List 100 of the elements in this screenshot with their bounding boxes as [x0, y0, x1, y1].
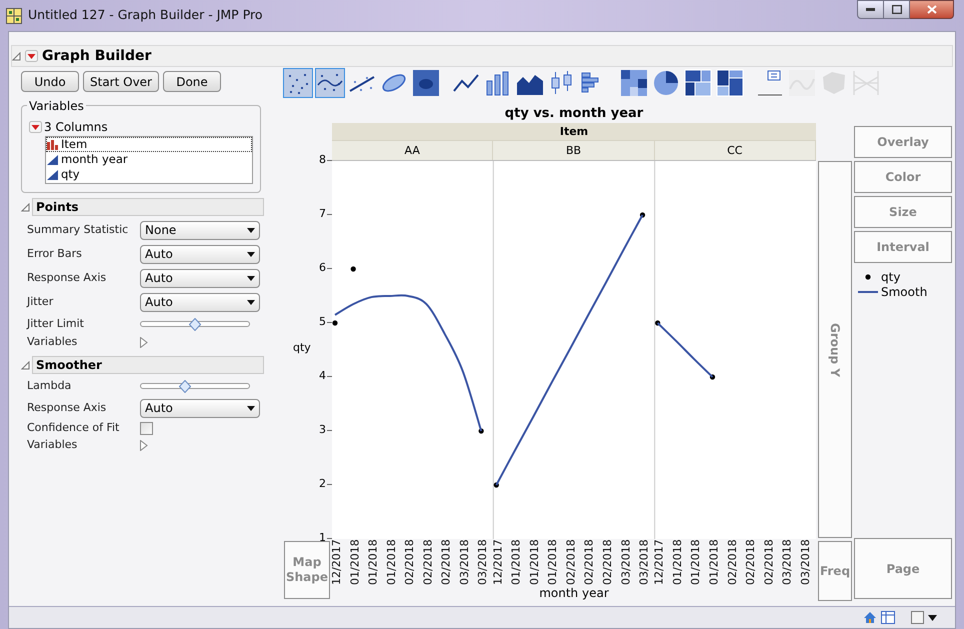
- axis-label: 01/2018: [689, 539, 702, 585]
- chart-title: qty vs. month year: [504, 105, 644, 123]
- option-label: Jitter Limit: [27, 316, 85, 332]
- chart-type-button[interactable]: [283, 68, 313, 98]
- axis-label: 8: [319, 153, 326, 167]
- axis-label: 02/2018: [600, 539, 614, 585]
- dropdown[interactable]: Auto: [140, 292, 260, 312]
- checkbox-icon[interactable]: [911, 611, 924, 624]
- toolbar-button[interactable]: Done: [163, 71, 221, 92]
- option-label: Response Axis: [27, 400, 108, 416]
- axis-label: 02/2018: [744, 539, 758, 585]
- menu-icon[interactable]: [29, 121, 42, 133]
- caret-icon: [247, 300, 255, 304]
- disclosure-icon[interactable]: [21, 360, 30, 370]
- axis-label: 02/2018: [421, 539, 434, 585]
- axis-label: 12/2017: [652, 539, 666, 585]
- column-item[interactable]: month year: [46, 152, 252, 167]
- bar-chart-icon: [47, 140, 58, 150]
- legend-dot-icon: [865, 274, 871, 280]
- dropdown[interactable]: None: [140, 220, 260, 240]
- caret-icon: [247, 252, 255, 256]
- axis-label: 01/2018: [348, 539, 362, 585]
- axis-label: 01/2018: [708, 539, 720, 585]
- option-label: Summary Statistic: [27, 222, 130, 238]
- dropdown[interactable]: Auto: [140, 398, 260, 418]
- chart-type-button[interactable]: [315, 68, 345, 98]
- chart-type-icon: [788, 68, 816, 96]
- axis-label: 03/2018: [798, 539, 812, 585]
- dropdown[interactable]: Auto: [140, 268, 260, 288]
- axis-label: 12/2017: [332, 539, 343, 585]
- chart-type-button[interactable]: [755, 68, 785, 98]
- facet-label: AA: [332, 140, 494, 160]
- slider-thumb[interactable]: [179, 380, 192, 392]
- expand-icon[interactable]: [140, 337, 148, 348]
- maximize-button[interactable]: [884, 0, 910, 19]
- axis-label: 5: [319, 315, 326, 329]
- option-label: Error Bars: [27, 246, 83, 262]
- axis-label: 03/2018: [476, 539, 490, 585]
- window-title: Untitled 127 - Graph Builder - JMP Pro: [28, 6, 263, 24]
- panel-title: Graph Builder: [42, 46, 152, 66]
- section-header[interactable]: Smoother: [32, 356, 264, 374]
- ramp-icon: [47, 170, 58, 180]
- close-button[interactable]: [910, 0, 954, 19]
- data-point: [478, 428, 484, 434]
- checkbox[interactable]: [140, 422, 153, 435]
- dropdown-arrow-icon[interactable]: [928, 614, 937, 620]
- legend-line-icon: [858, 290, 878, 292]
- chart-type-icon: [620, 68, 648, 96]
- axis-label: 03/2018: [638, 539, 651, 585]
- group-header: Item: [332, 123, 816, 140]
- column-item[interactable]: Item: [46, 137, 252, 152]
- axis-label: 02/2018: [564, 539, 578, 585]
- minimize-button[interactable]: [857, 0, 884, 19]
- caret-icon: [247, 406, 255, 410]
- toolbar-button[interactable]: Undo: [21, 71, 79, 92]
- axis-label: 12/2017: [491, 539, 504, 585]
- axis-label: 01/2018: [384, 539, 398, 585]
- axis-label: 03/2018: [619, 539, 632, 585]
- slider[interactable]: [140, 318, 250, 330]
- chart-type-button[interactable]: [683, 68, 713, 98]
- expand-icon[interactable]: [140, 440, 148, 451]
- chart-type-button[interactable]: [715, 68, 745, 98]
- axis-label: 01/2018: [366, 539, 380, 585]
- axis-label: 02/2018: [726, 539, 739, 585]
- chart-type-button[interactable]: [619, 68, 649, 98]
- axis-label: 02/2018: [582, 539, 596, 585]
- option-label: Variables: [27, 437, 78, 454]
- disclosure-icon[interactable]: [12, 52, 21, 60]
- column-item[interactable]: qty: [46, 167, 252, 182]
- table-icon[interactable]: [881, 611, 895, 624]
- axis-label: 4: [319, 369, 326, 383]
- facet-label: CC: [654, 140, 816, 160]
- axis-label: 02/2018: [440, 539, 453, 585]
- dropdown[interactable]: Auto: [140, 244, 260, 264]
- chart-type-icon: [412, 68, 440, 96]
- axis-title: month year: [539, 587, 609, 600]
- toolbar-button[interactable]: Start Over: [83, 71, 159, 92]
- chart-type-icon: [684, 68, 712, 96]
- chart-type-icon: [716, 68, 744, 96]
- chart-type-button[interactable]: [411, 68, 441, 98]
- section-header[interactable]: Points: [32, 198, 264, 216]
- chart-type-icon: [852, 68, 880, 96]
- data-point: [350, 266, 356, 272]
- legend-label: Smooth: [881, 284, 928, 300]
- slider-thumb[interactable]: [189, 318, 201, 330]
- axis-label: 02/2018: [762, 539, 776, 585]
- axis-label: 01/2018: [510, 539, 523, 585]
- menu-icon[interactable]: [25, 50, 38, 62]
- minimize-icon: [866, 8, 875, 11]
- axis-label: 01/2018: [546, 539, 560, 585]
- axis-label: 01/2018: [670, 539, 684, 585]
- facet-label: BB: [493, 140, 655, 160]
- option-label: Jitter: [27, 294, 54, 310]
- caret-icon: [247, 228, 255, 232]
- axis-label: 2: [319, 477, 326, 491]
- axis-title: qty: [293, 340, 311, 356]
- slider[interactable]: [140, 380, 250, 392]
- axis-label: 7: [319, 207, 326, 221]
- disclosure-icon[interactable]: [21, 202, 30, 212]
- home-icon[interactable]: [863, 611, 877, 624]
